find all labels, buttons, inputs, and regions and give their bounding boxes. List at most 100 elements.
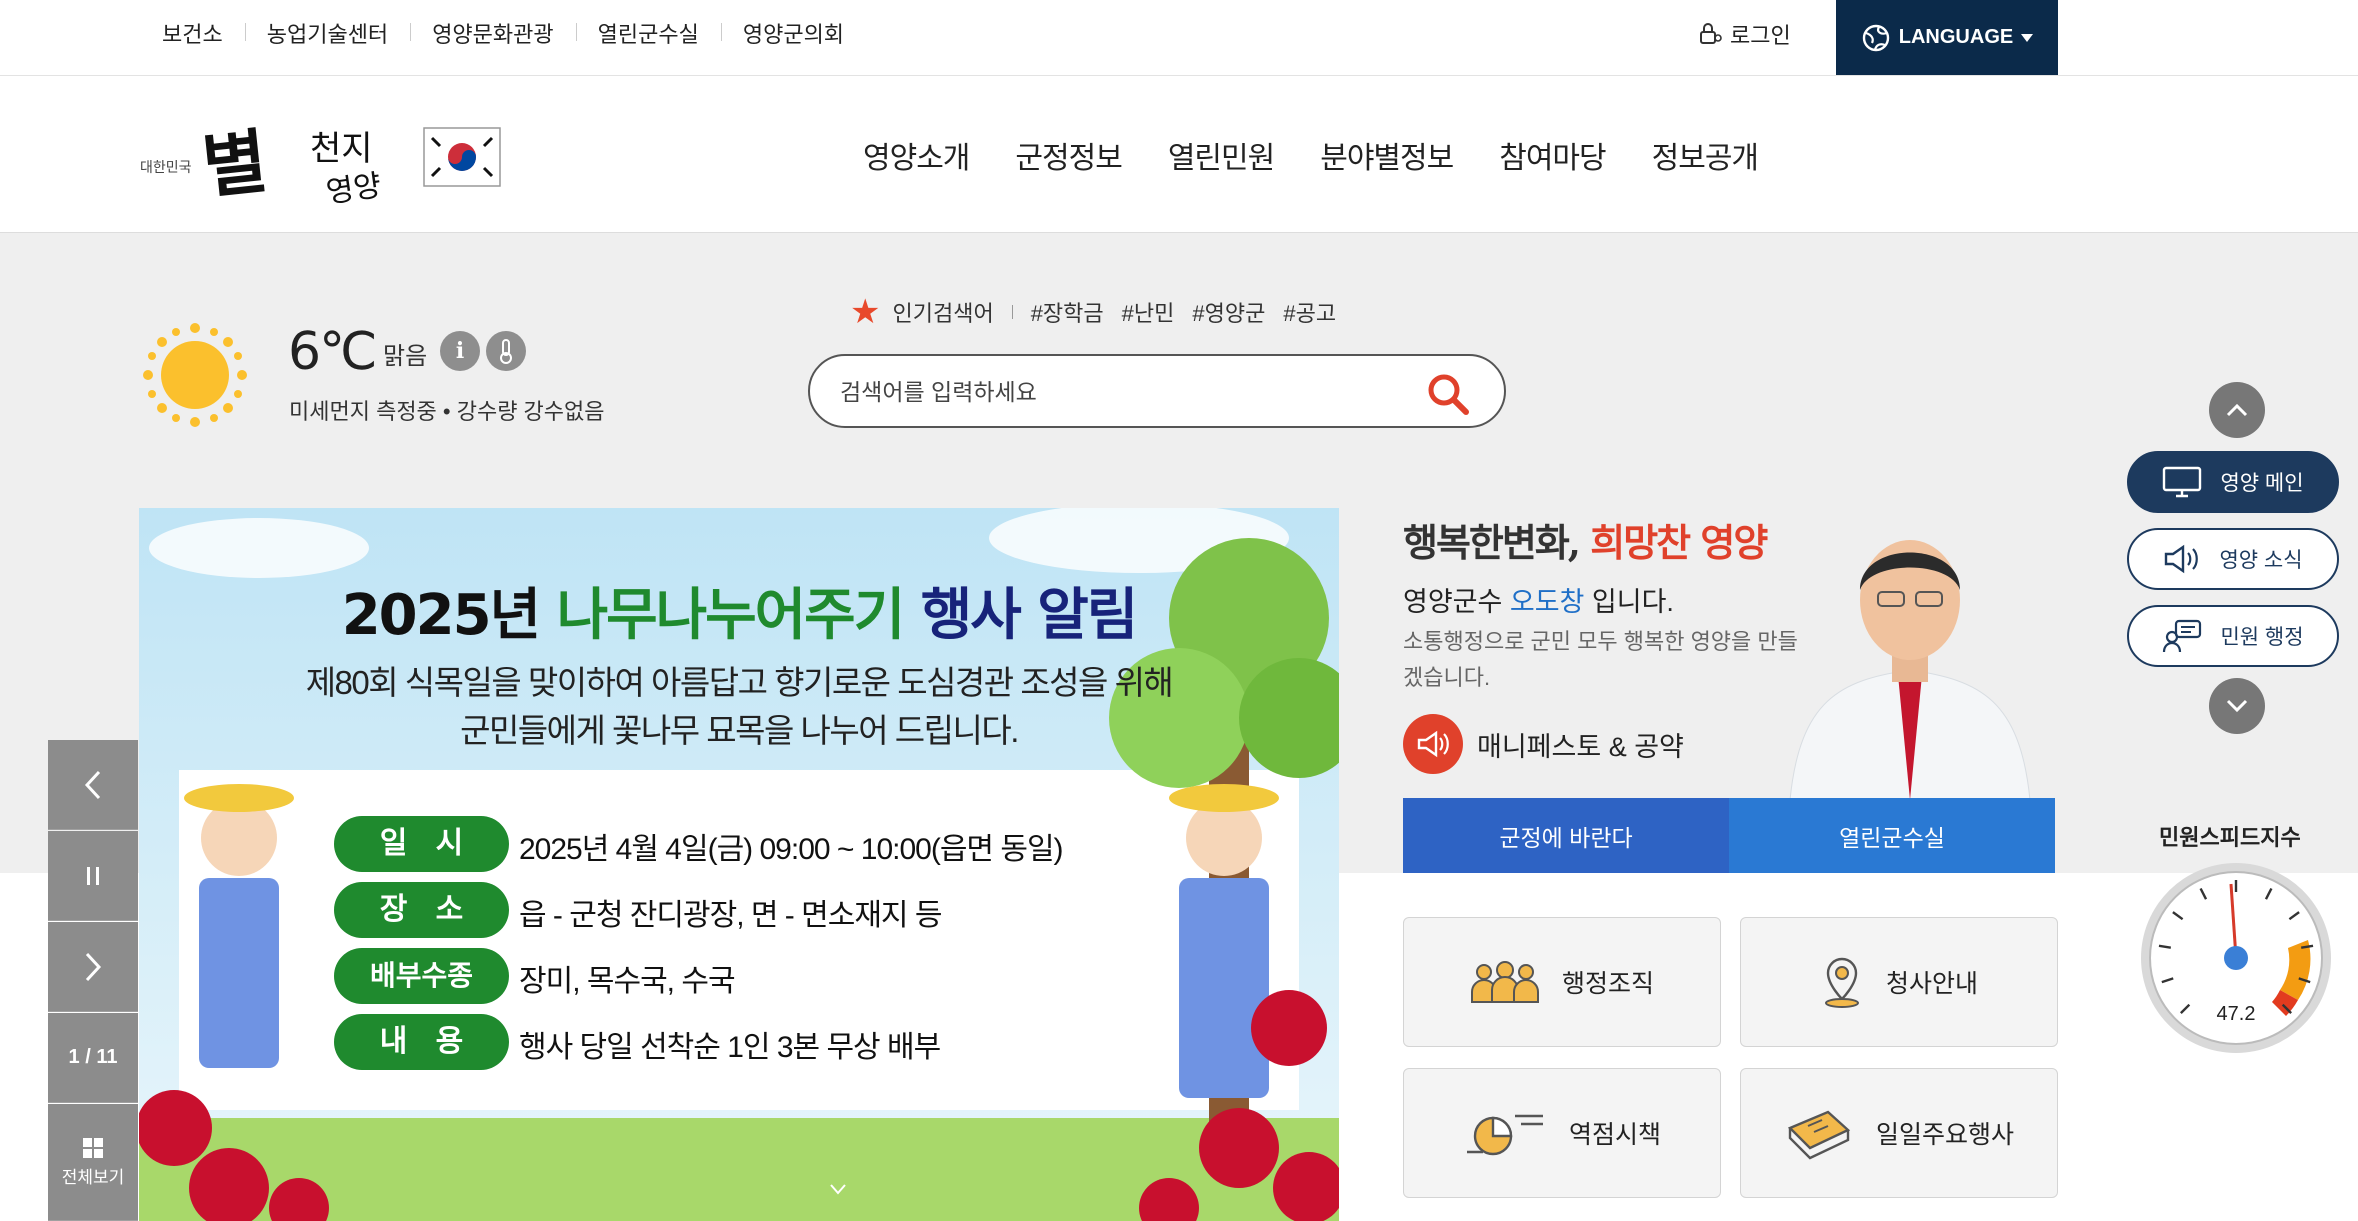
banner-title-green: 나무나누어주기 [556, 583, 921, 648]
header: 대한민국 별 천지 영양 영양소개 군정정보 열린민원 분야별정보 참여마당 정… [0, 76, 2358, 233]
banner-line-1: 제80회 식목일을 맞이하여 아름답고 향기로운 도심경관 조성을 위해 [305, 664, 1174, 701]
chat-person-icon [2163, 619, 2202, 653]
speed-index-title: 민원스피드지수 [2159, 825, 2301, 850]
top-link-agri-center[interactable]: 농업기술센터 [244, 17, 410, 49]
speaker-icon [2165, 544, 2199, 574]
quick-label: 청사안내 [1885, 970, 1978, 998]
chevron-left-icon [84, 770, 101, 799]
nav-field-info[interactable]: 분야별정보 [1320, 133, 1454, 177]
popular-label: 인기검색어 [892, 301, 994, 326]
slide-prev-button[interactable] [48, 740, 138, 830]
manifesto-link[interactable]: 매니페스토 & 공약 [1403, 714, 1684, 774]
manifesto-label: 매니페스토 & 공약 [1477, 731, 1684, 762]
svg-text:영양: 영양 [324, 168, 384, 208]
calendar-icon [1787, 1110, 1851, 1160]
suggest-button[interactable]: 군정에 바란다 [1403, 798, 1729, 873]
grid-icon [83, 1137, 103, 1158]
side-main-button[interactable]: 영양 메인 [2127, 451, 2339, 513]
svg-text:대한민국: 대한민국 [140, 159, 192, 175]
top-link-tourism[interactable]: 영양문화관광 [410, 17, 575, 49]
quick-daily-events[interactable]: 일일주요행사 [1740, 1068, 2058, 1198]
quick-label: 역점시책 [1568, 1121, 1661, 1149]
side-label: 민원 행정 [2220, 626, 2304, 649]
people-icon [1470, 961, 1539, 1003]
banner-row-label: 배부수종 [369, 960, 474, 991]
mayor-intro: 영양군수 오도창 입니다. [1403, 580, 1674, 619]
banner-title-year: 2025년 [341, 583, 557, 648]
chevron-right-icon [85, 952, 102, 981]
banner-row-value: 장미, 목수국, 수국 [519, 965, 736, 998]
megaphone-icon [1403, 714, 1463, 774]
quick-office-guide[interactable]: 청사안내 [1740, 917, 2058, 1047]
nav-admin-info[interactable]: 군정정보 [1015, 133, 1122, 177]
top-link-governor-office[interactable]: 열린군수실 [575, 17, 721, 49]
open-office-button[interactable]: 열린군수실 [1729, 798, 2055, 873]
slide-next-button[interactable] [48, 922, 138, 1012]
mayor-name: 오도창 [1509, 587, 1585, 617]
keyword-link[interactable]: #난민 [1122, 296, 1175, 328]
nav-civil[interactable]: 열린민원 [1168, 133, 1275, 177]
weather-buttons: i [440, 331, 526, 371]
main-banner-slide[interactable]: 2025년 나무나누어주기 행사 알림 제80회 식목일을 맞이하여 아름답고 … [139, 508, 1339, 1221]
banner-row-label: 장 소 [379, 893, 464, 926]
keyword-link[interactable]: #영양군 [1192, 296, 1265, 328]
star-icon: ★ [850, 293, 881, 331]
logo-mark: 대한민국 별 천지 영양 [140, 119, 501, 211]
side-scroll-down-button[interactable] [2209, 678, 2265, 734]
quick-org-chart[interactable]: 행정조직 [1403, 917, 1721, 1047]
slide-counter: 1 / 11 [48, 1013, 138, 1103]
nav-disclosure[interactable]: 정보공개 [1652, 133, 1759, 177]
thermometer-icon[interactable] [486, 331, 526, 371]
side-label: 영양 메인 [2220, 472, 2304, 495]
banner-row-value: 읍 - 군청 잔디광장, 면 - 면소재지 등 [519, 899, 942, 932]
info-icon[interactable]: i [440, 331, 480, 371]
caret-down-icon [2021, 33, 2034, 42]
monitor-icon [2163, 466, 2202, 498]
banner-row-value: 행사 당일 선착순 1인 3본 무상 배부 [519, 1031, 941, 1064]
slogan-part-2: 희망찬 영양 [1590, 520, 1768, 565]
main-nav: 영양소개 군정정보 열린민원 분야별정보 참여마당 정보공개 [840, 76, 1781, 233]
keyword-link[interactable]: #장학금 [1031, 296, 1104, 328]
speed-gauge: 47.2 [2141, 863, 2331, 1053]
side-label: 영양 소식 [2219, 549, 2303, 572]
top-link-health-center[interactable]: 보건소 [140, 17, 245, 49]
mayor-intro-pre: 영양군수 [1403, 587, 1510, 617]
quick-label: 일일주요행사 [1875, 1121, 2014, 1149]
sky-status: 맑음 [383, 343, 428, 370]
site-logo[interactable]: 대한민국 별 천지 영양 [140, 98, 510, 211]
language-button[interactable]: LANGUAGE [1836, 0, 2058, 75]
svg-text:별: 별 [198, 119, 271, 208]
page: 보건소 농업기술센터 영양문화관광 열린군수실 영양군의회 로그인 LANGUA… [0, 0, 2358, 1221]
globe-icon [1862, 24, 1889, 51]
mayor-description: 소통행정으로 군민 모두 행복한 영양을 만들겠습니다. [1403, 629, 1798, 690]
side-civil-button[interactable]: 민원 행정 [2127, 605, 2339, 667]
quick-key-policy[interactable]: 역점시책 [1403, 1068, 1721, 1198]
top-bar: 보건소 농업기술센터 영양문화관광 열린군수실 영양군의회 로그인 LANGUA… [0, 0, 2358, 76]
banner-line-2: 군민들에게 꽃나무 묘목을 나누어 드립니다. [460, 712, 1019, 749]
mayor-photo [1789, 540, 2031, 800]
temperature: 6℃ [288, 322, 377, 382]
speed-value: 47.2 [2217, 1003, 2256, 1025]
slide-view-all-button[interactable]: 전체보기 [48, 1104, 138, 1221]
slide-pause-button[interactable] [48, 831, 138, 921]
svg-text:천지: 천지 [310, 129, 373, 169]
nav-intro[interactable]: 영양소개 [863, 133, 970, 177]
pie-chart-icon [1466, 1114, 1543, 1156]
login-button[interactable]: 로그인 [1698, 18, 1791, 50]
mayor-slogan: 행복한변화, 희망찬 영양 [1403, 512, 1768, 567]
mayor-intro-post: 입니다. [1584, 587, 1674, 617]
search-input[interactable] [840, 370, 1400, 414]
lock-icon [1700, 23, 1722, 44]
side-scroll-up-button[interactable] [2209, 382, 2265, 438]
search-icon[interactable] [1426, 372, 1470, 416]
weather-detail: 미세먼지 측정중 • 강수량 강수없음 [289, 399, 605, 424]
banner-title: 2025년 나무나누어주기 행사 알림 [139, 570, 1339, 651]
chevron-up-icon [2226, 403, 2248, 417]
chevron-down-icon [2226, 699, 2248, 713]
login-label: 로그인 [1730, 23, 1791, 48]
top-link-council[interactable]: 영양군의회 [720, 17, 866, 49]
banner-title-navy: 행사 알림 [920, 583, 1139, 648]
keyword-link[interactable]: #공고 [1283, 296, 1336, 328]
side-news-button[interactable]: 영양 소식 [2127, 528, 2339, 590]
nav-participation[interactable]: 참여마당 [1499, 133, 1606, 177]
